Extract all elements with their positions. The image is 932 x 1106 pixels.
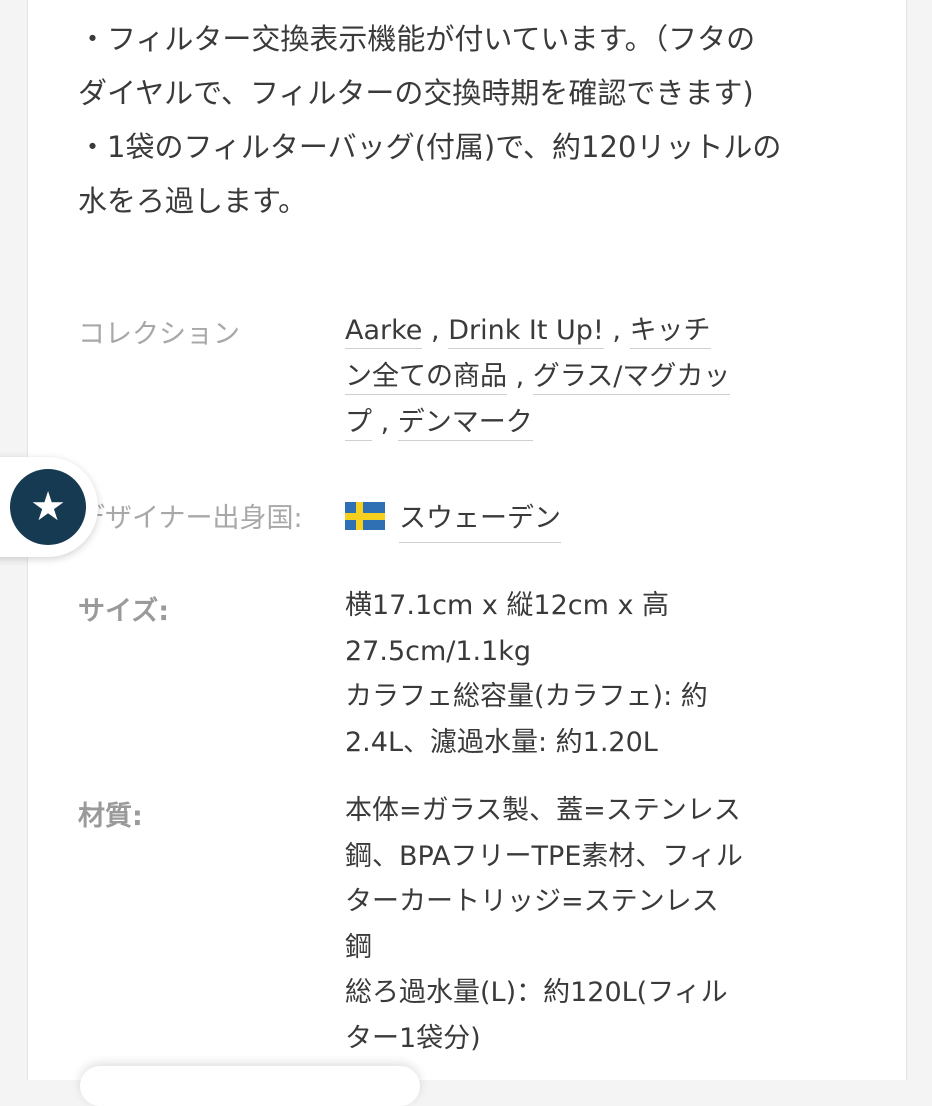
material-line: 鋼 <box>345 931 372 963</box>
material-line: ターカートリッジ=ステンレス <box>345 886 719 917</box>
collection-link-denmark[interactable]: デンマーク <box>397 407 533 441</box>
separator: , <box>431 315 440 346</box>
collection-link-glass-mug-part1[interactable]: グラス/マグカッ <box>532 361 731 395</box>
designer-country-value: スウェーデン <box>345 496 795 543</box>
product-description: ・フィルター交換表示機能が付いています。（フタの ダイヤルで、フィルターの交換時… <box>78 12 868 228</box>
favorite-floating-button[interactable]: ★ <box>0 457 98 557</box>
description-line: ・フィルター交換表示機能が付いています。（フタの <box>78 22 756 56</box>
collection-link-kitchen-part2[interactable]: ン全ての商品 <box>345 361 507 395</box>
separator: , <box>612 315 621 346</box>
material-line: 本体=ガラス製、蓋=ステンレス <box>345 795 741 826</box>
collection-label: コレクション <box>78 319 240 350</box>
designer-country-link[interactable]: スウェーデン <box>399 503 561 543</box>
separator: , <box>515 361 525 392</box>
size-line: 2.4L、濾過水量: 約1.20L <box>345 726 658 758</box>
bottom-floating-bar <box>80 1066 420 1106</box>
material-label: 材質: <box>78 801 143 832</box>
collection-link-aarke[interactable]: Aarke <box>345 315 423 349</box>
designer-country-label: デザイナー出身国: <box>78 503 303 534</box>
material-line: 総ろ過水量(L)：約120L(フィル <box>345 977 728 1008</box>
size-line: 横17.1cm x 縦12cm x 高 <box>345 590 670 621</box>
collection-link-glass-mug-part2[interactable]: プ <box>345 407 372 441</box>
material-line: ター1袋分) <box>345 1022 481 1054</box>
description-line: ・1袋のフィルターバッグ(付属)で、約120リットルの <box>78 130 782 164</box>
collection-link-kitchen-part1[interactable]: キッチ <box>629 315 711 349</box>
description-line: 水をろ過します。 <box>78 184 308 218</box>
material-line: 鋼、BPAフリーTPE素材、フィル <box>345 840 743 872</box>
separator: , <box>380 407 390 438</box>
size-value: 横17.1cm x 縦12cm x 高 27.5cm/1.1kg カラフェ総容量… <box>345 583 795 765</box>
collection-link-drink-it-up[interactable]: Drink It Up! <box>448 315 604 349</box>
star-icon[interactable]: ★ <box>10 469 86 545</box>
material-value: 本体=ガラス製、蓋=ステンレス 鋼、BPAフリーTPE素材、フィル ターカートリ… <box>345 788 795 1061</box>
sweden-flag-icon <box>345 501 385 530</box>
size-line: カラフェ総容量(カラフェ): 約 <box>345 681 708 712</box>
size-line: 27.5cm/1.1kg <box>345 635 532 667</box>
collection-links: Aarke , Drink It Up! , キッチ ン全ての商品 , グラス/… <box>345 308 795 446</box>
size-label: サイズ: <box>78 596 169 627</box>
description-line: ダイヤルで、フィルターの交換時期を確認できます) <box>78 76 754 110</box>
